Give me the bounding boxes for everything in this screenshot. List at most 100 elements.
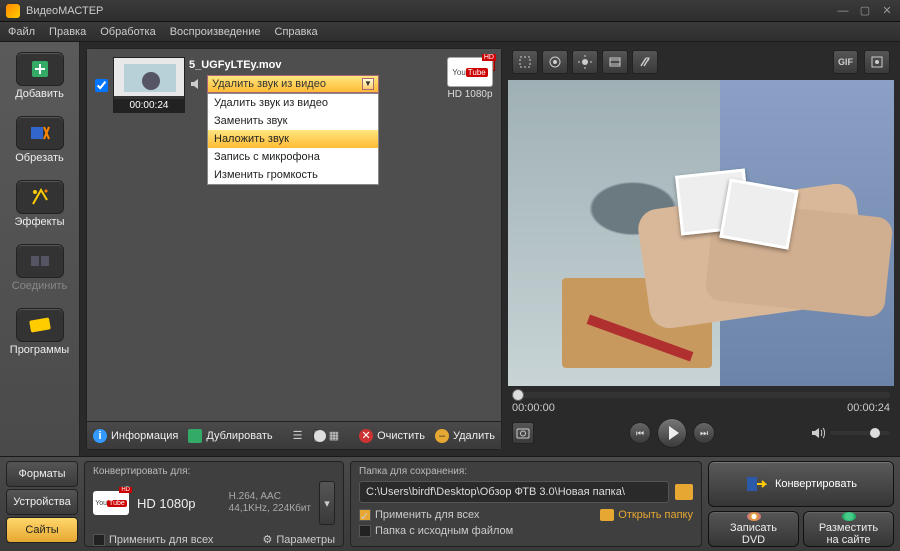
output-preset-label: HD 1080p [447, 89, 492, 100]
file-thumbnail[interactable]: 00:00:24 [113, 57, 185, 113]
video-preview[interactable] [508, 80, 894, 386]
view-toggle[interactable] [313, 429, 319, 443]
volume-icon[interactable] [810, 425, 826, 441]
sidebar: Добавить Обрезать Эффекты Соединить Прог… [0, 42, 80, 456]
maximize-button[interactable]: ▢ [858, 4, 872, 18]
preset-name: HD 1080p [137, 496, 196, 511]
brightness-button[interactable] [572, 50, 598, 74]
save-label: Папка для сохранения: [359, 466, 693, 477]
tab-sites[interactable]: Сайты [6, 517, 78, 543]
sidebar-join[interactable]: Соединить [8, 240, 72, 298]
info-button[interactable]: iИнформация [93, 429, 178, 443]
upload-button[interactable]: Разместить на сайте [803, 511, 894, 547]
source-folder-checkbox[interactable]: Папка с исходным файлом [359, 525, 513, 537]
join-icon [16, 244, 64, 278]
menu-edit[interactable]: Правка [49, 26, 86, 38]
youtube-icon: HDYouTube [93, 491, 129, 515]
fullscreen-button[interactable] [864, 50, 890, 74]
youtube-icon: HDYouTube [447, 57, 493, 87]
bottom-bar: Форматы Устройства Сайты Конвертировать … [0, 456, 900, 551]
gif-button[interactable]: GIF [833, 50, 858, 74]
thumb-duration: 00:00:24 [114, 99, 184, 112]
save-panel: Папка для сохранения: C:\Users\birdf\Des… [350, 461, 702, 547]
sidebar-cut[interactable]: Обрезать [8, 112, 72, 170]
preset-dropdown-button[interactable]: ▾ [319, 481, 335, 525]
gear-icon: ⚙ [262, 533, 272, 546]
add-icon [16, 52, 64, 86]
save-path-field[interactable]: C:\Users\birdf\Desktop\Обзор ФТВ 3.0\Нов… [359, 481, 669, 503]
filmstrip-button[interactable] [602, 50, 628, 74]
dd-item-replace-audio[interactable]: Заменить звук [208, 112, 378, 130]
menu-playback[interactable]: Воспроизведение [170, 26, 261, 38]
sidebar-effects[interactable]: Эффекты [8, 176, 72, 234]
format-tabs: Форматы Устройства Сайты [6, 461, 78, 547]
dd-item-remove-audio[interactable]: Удалить звук из видео [208, 94, 378, 112]
dd-item-change-volume[interactable]: Изменить громкость [208, 166, 378, 184]
seek-slider[interactable] [512, 392, 890, 398]
file-list: 00:00:24 5_UGFyLTEy.mov Удалить звук из … [87, 49, 501, 421]
open-folder-button[interactable]: Открыть папку [600, 509, 693, 521]
menu-help[interactable]: Справка [275, 26, 318, 38]
preview-toolbar: GIF [508, 48, 894, 76]
action-column: Конвертировать Записать DVD Разместить н… [708, 461, 894, 547]
grid-view-icon[interactable]: ▦ [329, 429, 339, 442]
folder-icon [600, 509, 614, 521]
audio-action-dropdown[interactable]: Удалить звук из видео ▼ Удалить звук из … [207, 75, 379, 93]
file-checkbox[interactable] [95, 79, 108, 92]
convert-panel: Конвертировать для: HDYouTube HD 1080p H… [84, 461, 344, 547]
speed-button[interactable] [632, 50, 658, 74]
disc-icon [747, 512, 761, 521]
content: 00:00:24 5_UGFyLTEy.mov Удалить звук из … [80, 42, 900, 456]
minimize-button[interactable]: — [836, 4, 850, 18]
crop-button[interactable] [512, 50, 538, 74]
scissors-icon [16, 116, 64, 150]
file-list-pane: 00:00:24 5_UGFyLTEy.mov Удалить звук из … [86, 48, 502, 450]
sidebar-programs[interactable]: Программы [8, 304, 72, 362]
snapshot-button[interactable] [512, 422, 534, 444]
output-badge: ✕ HDYouTube HD 1080p [447, 57, 493, 100]
clear-icon: ✕ [359, 429, 373, 443]
sidebar-label: Соединить [12, 280, 68, 292]
volume-slider[interactable] [830, 431, 890, 435]
prev-button[interactable]: ⏮ [629, 422, 651, 444]
enhance-button[interactable] [542, 50, 568, 74]
app-logo-icon [6, 4, 20, 18]
menu-file[interactable]: Файл [8, 26, 35, 38]
browse-folder-button[interactable] [675, 484, 693, 500]
dd-item-overlay-audio[interactable]: Наложить звук [208, 130, 378, 148]
convert-button[interactable]: Конвертировать [708, 461, 894, 507]
main-area: Добавить Обрезать Эффекты Соединить Прог… [0, 42, 900, 456]
sidebar-add[interactable]: Добавить [8, 48, 72, 106]
dd-item-record-mic[interactable]: Запись с микрофона [208, 148, 378, 166]
sidebar-label: Обрезать [15, 152, 64, 164]
menubar: Файл Правка Обработка Воспроизведение Сп… [0, 22, 900, 42]
globe-icon [842, 512, 856, 521]
file-name: 5_UGFyLTEy.mov [189, 57, 443, 75]
preview-pane: GIF 00:00:00 00:00:24 [508, 48, 894, 450]
convert-label: Конвертировать для: [93, 466, 335, 477]
volume-icon[interactable] [189, 77, 203, 91]
duplicate-button[interactable]: Дублировать [188, 429, 272, 443]
params-button[interactable]: ⚙Параметры [262, 533, 335, 546]
apply-all-checkbox[interactable]: Применить для всех [93, 534, 213, 546]
save-apply-all-checkbox[interactable]: ✓Применить для всех [359, 509, 479, 521]
list-view-icon[interactable]: ☰ [293, 429, 303, 442]
chevron-down-icon: ▼ [362, 78, 374, 90]
play-button[interactable] [657, 418, 687, 448]
tab-formats[interactable]: Форматы [6, 461, 78, 487]
file-row[interactable]: 00:00:24 5_UGFyLTEy.mov Удалить звук из … [91, 53, 497, 117]
tab-devices[interactable]: Устройства [6, 489, 78, 515]
dropdown-selected[interactable]: Удалить звук из видео ▼ [207, 75, 379, 93]
time-current: 00:00:00 [512, 402, 555, 414]
delete-button[interactable]: –Удалить [435, 429, 495, 443]
menu-process[interactable]: Обработка [100, 26, 155, 38]
dropdown-list: Удалить звук из видео Заменить звук Нало… [207, 93, 379, 185]
close-button[interactable]: ✕ [880, 4, 894, 18]
clear-button[interactable]: ✕Очистить [359, 429, 425, 443]
burn-dvd-button[interactable]: Записать DVD [708, 511, 799, 547]
next-button[interactable]: ⏭ [693, 422, 715, 444]
sidebar-label: Эффекты [14, 216, 64, 228]
ticket-icon [16, 308, 64, 342]
time-total: 00:00:24 [847, 402, 890, 414]
duplicate-icon [188, 429, 202, 443]
